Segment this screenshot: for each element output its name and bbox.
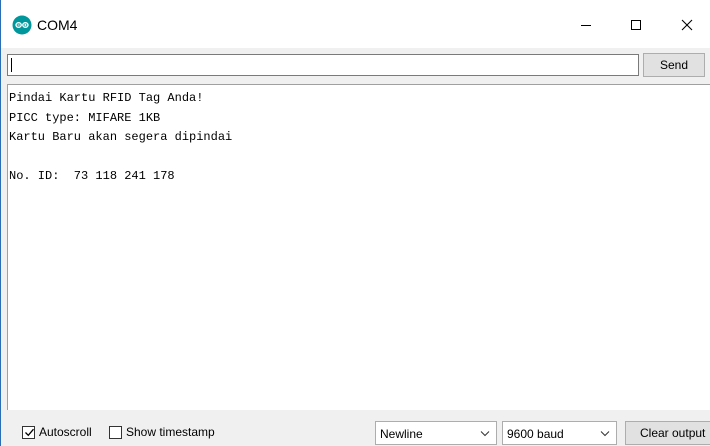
- clear-output-button[interactable]: Clear output: [625, 421, 710, 445]
- output-line: PICC type: MIFARE 1KB: [9, 110, 161, 125]
- autoscroll-checkbox[interactable]: [22, 426, 35, 439]
- maximize-icon: [631, 20, 641, 30]
- maximize-button[interactable]: [616, 10, 656, 40]
- minimize-icon: [581, 25, 591, 26]
- show-timestamp-label: Show timestamp: [126, 425, 215, 439]
- send-row: Send: [1, 50, 710, 78]
- chevron-down-icon: [480, 431, 490, 437]
- send-button[interactable]: Send: [643, 53, 705, 77]
- output-line: Kartu Baru akan segera dipindai: [9, 130, 233, 144]
- baud-rate-value: 9600 baud: [507, 427, 564, 441]
- autoscroll-label: Autoscroll: [39, 425, 92, 439]
- baud-rate-select[interactable]: 9600 baud: [502, 421, 617, 445]
- title-bar: COM4: [1, 0, 710, 48]
- arduino-logo-icon: [12, 15, 32, 35]
- line-ending-select[interactable]: Newline: [375, 421, 497, 445]
- minimize-button[interactable]: [566, 10, 606, 40]
- serial-monitor-window: COM4 Send Pindai Kartu RFID Tag Anda! PI: [0, 0, 710, 446]
- close-icon: [681, 19, 693, 31]
- serial-output-area[interactable]: Pindai Kartu RFID Tag Anda! PICC type: M…: [7, 84, 710, 410]
- output-line: Pindai Kartu RFID Tag Anda!: [9, 91, 204, 105]
- output-line: No. ID: 73 118 241 178: [9, 169, 175, 183]
- serial-input[interactable]: [7, 54, 639, 76]
- chevron-down-icon: [600, 431, 610, 437]
- window-title: COM4: [37, 17, 78, 33]
- show-timestamp-checkbox[interactable]: [109, 426, 122, 439]
- line-ending-value: Newline: [380, 427, 423, 441]
- output-lines: Pindai Kartu RFID Tag Anda! PICC type: M…: [8, 85, 710, 187]
- close-button[interactable]: [667, 10, 707, 40]
- checkmark-icon: [25, 428, 34, 437]
- bottom-toolbar: Autoscroll Show timestamp Newline 9600 b…: [1, 412, 710, 446]
- text-caret: [11, 58, 12, 72]
